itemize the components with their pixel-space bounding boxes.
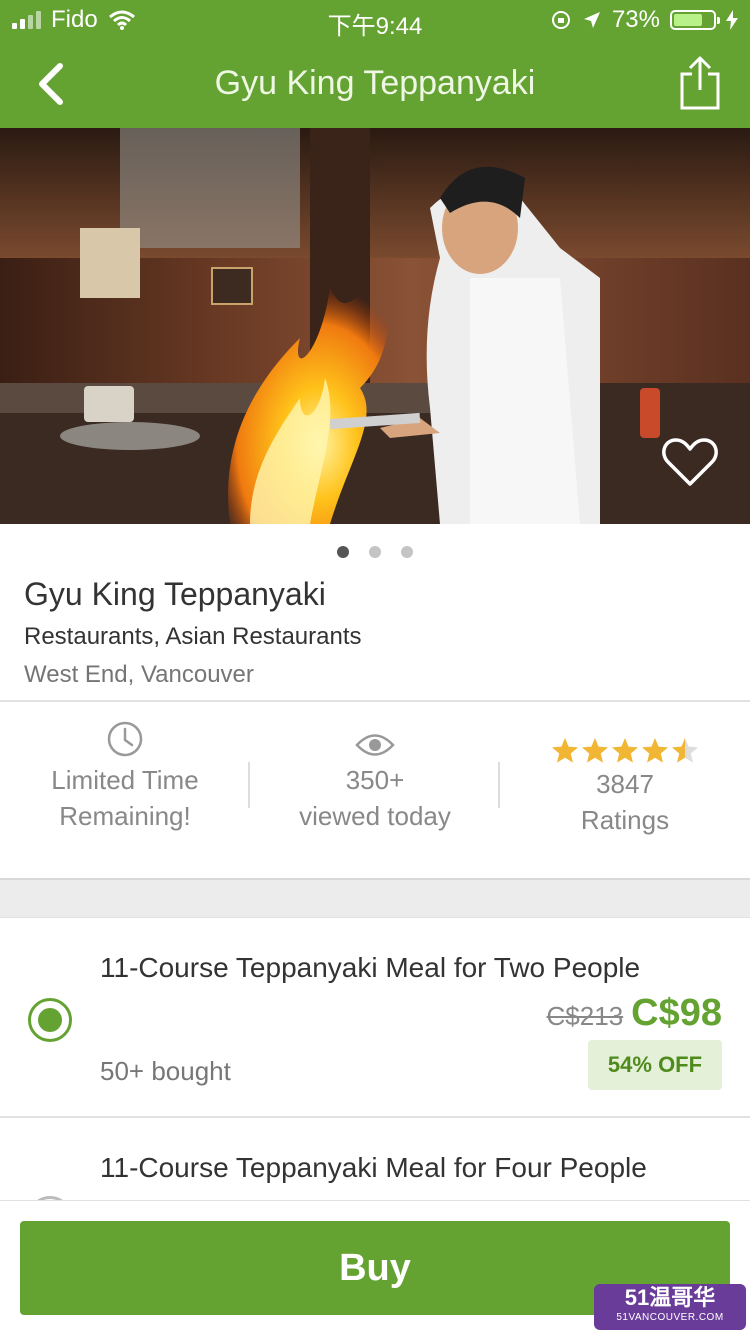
star-icon: [672, 738, 698, 763]
option-prices: C$213 C$98: [547, 992, 722, 1035]
option-title: 11-Course Teppanyaki Meal for Four Peopl…: [100, 1152, 647, 1183]
watermark-line2: 51VANCOUVER.COM: [616, 1312, 724, 1323]
deal-categories: Restaurants, Asian Restaurants: [24, 623, 362, 650]
hero-photo: [0, 128, 750, 524]
deal-title: Gyu King Teppanyaki: [24, 576, 326, 612]
star-icon: [552, 738, 578, 763]
battery-icon: [670, 10, 720, 30]
orientation-lock-icon: [551, 11, 570, 29]
carousel-dot[interactable]: [401, 546, 413, 558]
stat-limited-time: Limited Time Remaining!: [0, 702, 250, 878]
views-count: 350+: [345, 765, 405, 795]
rating-stars: [551, 737, 699, 764]
deal-header: Gyu King Teppanyaki Restaurants, Asian R…: [24, 576, 724, 689]
eye-icon: [355, 734, 395, 756]
rating-count: 3847: [596, 769, 654, 799]
limited-time-line2: Remaining!: [59, 801, 191, 831]
star-icon: [582, 738, 608, 763]
bought-count: 50+ bought: [100, 1056, 231, 1086]
star-icon: [612, 738, 638, 763]
battery-percent: 73%: [611, 6, 660, 33]
deal-stats: Limited Time Remaining! 350+ viewed toda…: [0, 702, 750, 878]
watermark-line1: 51温哥华: [624, 1285, 716, 1310]
share-icon[interactable]: [678, 54, 722, 112]
option-prices: [711, 1190, 722, 1200]
deal-hero-image[interactable]: [0, 128, 750, 524]
original-price: C$213: [546, 1001, 624, 1031]
nav-bar: Gyu King Teppanyaki: [0, 40, 750, 128]
deal-option[interactable]: 11-Course Teppanyaki Meal for Four Peopl…: [0, 1120, 750, 1200]
charging-icon: [726, 10, 738, 30]
heart-outline-icon[interactable]: [662, 436, 718, 488]
rating-label: Ratings: [580, 805, 670, 835]
carousel-dot[interactable]: [337, 546, 349, 558]
star-icon: [642, 738, 668, 763]
deal-option[interactable]: 11-Course Teppanyaki Meal for Two People…: [0, 918, 750, 1118]
views-label: viewed today: [299, 801, 451, 831]
limited-time-line1: Limited Time: [51, 765, 199, 795]
page-title: Gyu King Teppanyaki: [214, 64, 536, 102]
deal-price-partial: [711, 1190, 722, 1200]
stat-ratings[interactable]: 3847 Ratings: [500, 702, 750, 878]
carousel-dot[interactable]: [369, 546, 381, 558]
option-radio-selected[interactable]: [28, 998, 72, 1042]
stat-views: 350+ viewed today: [250, 702, 500, 878]
carousel-indicator: [0, 546, 750, 558]
section-spacer: [0, 878, 750, 918]
location-arrow-icon: [583, 12, 600, 28]
status-bar: Fido 下午9:44 73%: [0, 0, 750, 40]
top-bar: Fido 下午9:44 73% Gyu King Teppanyaki: [0, 0, 750, 128]
discount-badge: 54% OFF: [588, 1040, 722, 1090]
deal-price: C$98: [631, 992, 722, 1034]
clock-icon: [107, 721, 143, 757]
option-title: 11-Course Teppanyaki Meal for Two People: [100, 952, 641, 983]
deal-location[interactable]: West End, Vancouver: [24, 661, 724, 689]
watermark-logo: 51温哥华 51VANCOUVER.COM: [594, 1284, 746, 1330]
